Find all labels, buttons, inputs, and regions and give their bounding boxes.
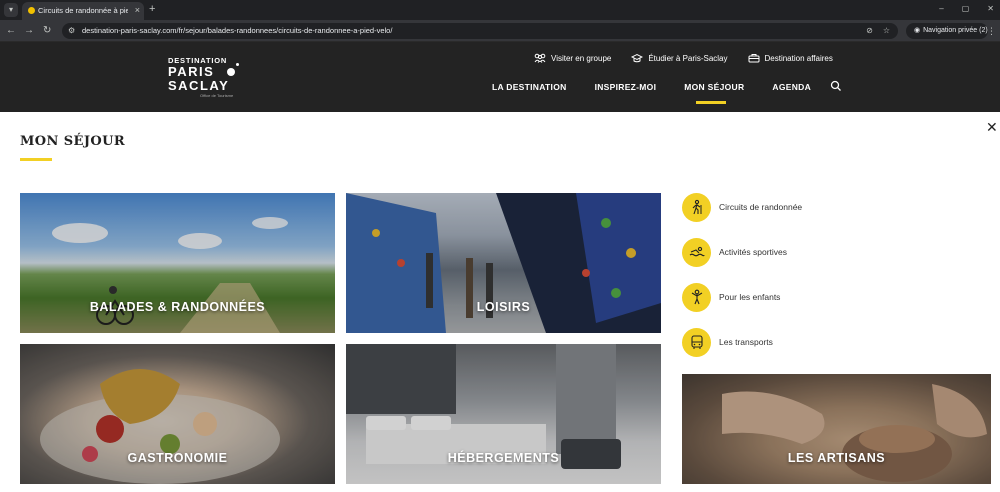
url-text: destination-paris-saclay.com/fr/sejour/b… xyxy=(82,26,393,35)
util-link-etudier[interactable]: Étudier à Paris-Saclay xyxy=(631,53,728,63)
card-hebergements[interactable]: HÉBERGEMENTS xyxy=(346,344,661,484)
link-label: Circuits de randonnée xyxy=(719,202,803,212)
star-icon[interactable]: ☆ xyxy=(883,25,890,37)
site-info-icon[interactable]: ⚙ xyxy=(68,26,75,36)
main-nav: LA DESTINATION INSPIREZ-MOI MON SÉJOUR A… xyxy=(492,82,839,104)
nav-inspirez-moi[interactable]: INSPIREZ-MOI xyxy=(595,82,657,92)
favicon-icon xyxy=(28,7,35,14)
sejour-links: Circuits de randonnée Activités sportive… xyxy=(682,192,802,372)
back-arrow-icon[interactable]: ← xyxy=(6,24,16,38)
window-controls: – ▢ ✕ xyxy=(939,3,994,15)
briefcase-icon xyxy=(748,54,759,63)
link-activites-sportives[interactable]: Activités sportives xyxy=(682,237,802,267)
tab-title: Circuits de randonnée à pied et xyxy=(38,6,128,15)
nav-la-destination[interactable]: LA DESTINATION xyxy=(492,82,567,92)
util-link-label: Étudier à Paris-Saclay xyxy=(648,53,728,63)
private-browsing-badge[interactable]: ◉ Navigation privée (2) xyxy=(906,23,988,39)
search-icon[interactable] xyxy=(830,80,842,92)
new-tab-button[interactable]: + xyxy=(149,2,155,16)
group-icon xyxy=(534,53,546,63)
tab-search-icon[interactable]: ▾ xyxy=(4,3,18,17)
card-les-artisans[interactable]: LES ARTISANS xyxy=(682,374,991,484)
card-label: GASTRONOMIE xyxy=(127,451,228,465)
incognito-icon: ◉ xyxy=(914,27,921,34)
browser-toolbar: ← → ↻ ⚙ destination-paris-saclay.com/fr/… xyxy=(0,20,1000,42)
util-link-label: Destination affaires xyxy=(764,53,833,63)
logo-dot-icon xyxy=(227,68,235,76)
card-label: BALADES & RANDONNÉES xyxy=(89,300,266,314)
minimize-button[interactable]: – xyxy=(939,3,943,15)
private-label: Navigation privée (2) xyxy=(923,27,988,34)
card-label: LOISIRS xyxy=(476,300,531,314)
browser-tab[interactable]: Circuits de randonnée à pied et × xyxy=(22,2,144,20)
forward-arrow-icon[interactable]: → xyxy=(24,24,34,38)
address-bar[interactable]: ⚙ destination-paris-saclay.com/fr/sejour… xyxy=(62,23,898,39)
card-shade xyxy=(682,374,991,484)
nav-agenda[interactable]: AGENDA xyxy=(772,82,811,92)
section-title: MON SÉJOUR xyxy=(20,134,126,149)
browser-tabbar: ▾ Circuits de randonnée à pied et × + – … xyxy=(0,0,1000,20)
link-label: Les transports xyxy=(719,337,773,347)
card-label: LES ARTISANS xyxy=(787,451,886,465)
maximize-button[interactable]: ▢ xyxy=(962,3,970,15)
site-logo[interactable]: DESTINATION PARIS SACLAY Office de Touri… xyxy=(168,56,239,99)
link-label: Activités sportives xyxy=(719,247,788,257)
graduation-cap-icon xyxy=(631,53,644,63)
bus-icon xyxy=(682,327,711,357)
util-link-groupe[interactable]: Visiter en groupe xyxy=(534,53,611,63)
site-header: DESTINATION PARIS SACLAY Office de Touri… xyxy=(0,42,1000,112)
card-balades-randonnees[interactable]: BALADES & RANDONNÉES xyxy=(20,193,335,333)
hiker-icon xyxy=(682,192,711,222)
logo-line-3: SACLAY xyxy=(168,78,230,93)
tab-close-icon[interactable]: × xyxy=(135,4,140,16)
logo-tagline: Office de Tourisme xyxy=(200,93,234,98)
close-icon[interactable]: ✕ xyxy=(986,120,998,134)
card-label: HÉBERGEMENTS xyxy=(447,451,560,465)
title-underline xyxy=(20,158,52,161)
swimmer-icon xyxy=(682,237,711,267)
util-link-label: Visiter en groupe xyxy=(551,53,612,63)
card-gastronomie[interactable]: GASTRONOMIE xyxy=(20,344,335,484)
eye-off-icon[interactable]: ⊘ xyxy=(866,25,873,37)
utility-nav: Visiter en groupe Étudier à Paris-Saclay… xyxy=(534,53,853,63)
logo-line-2: PARIS xyxy=(168,64,215,79)
close-window-button[interactable]: ✕ xyxy=(987,3,994,15)
menu-kebab-icon[interactable]: ⋮ xyxy=(987,24,996,38)
link-pour-les-enfants[interactable]: Pour les enfants xyxy=(682,282,802,312)
util-link-affaires[interactable]: Destination affaires xyxy=(748,53,833,63)
link-circuits-randonnee[interactable]: Circuits de randonnée xyxy=(682,192,802,222)
card-loisirs[interactable]: LOISIRS xyxy=(346,193,661,333)
link-label: Pour les enfants xyxy=(719,292,781,302)
child-icon xyxy=(682,282,711,312)
link-les-transports[interactable]: Les transports xyxy=(682,327,802,357)
logo-dot-small-icon xyxy=(236,63,239,66)
reload-icon[interactable]: ↻ xyxy=(43,24,51,38)
mega-menu: ✕ MON SÉJOUR BALADES & RANDONNÉES LOISIR… xyxy=(0,112,1000,492)
nav-mon-sejour[interactable]: MON SÉJOUR xyxy=(684,82,744,104)
